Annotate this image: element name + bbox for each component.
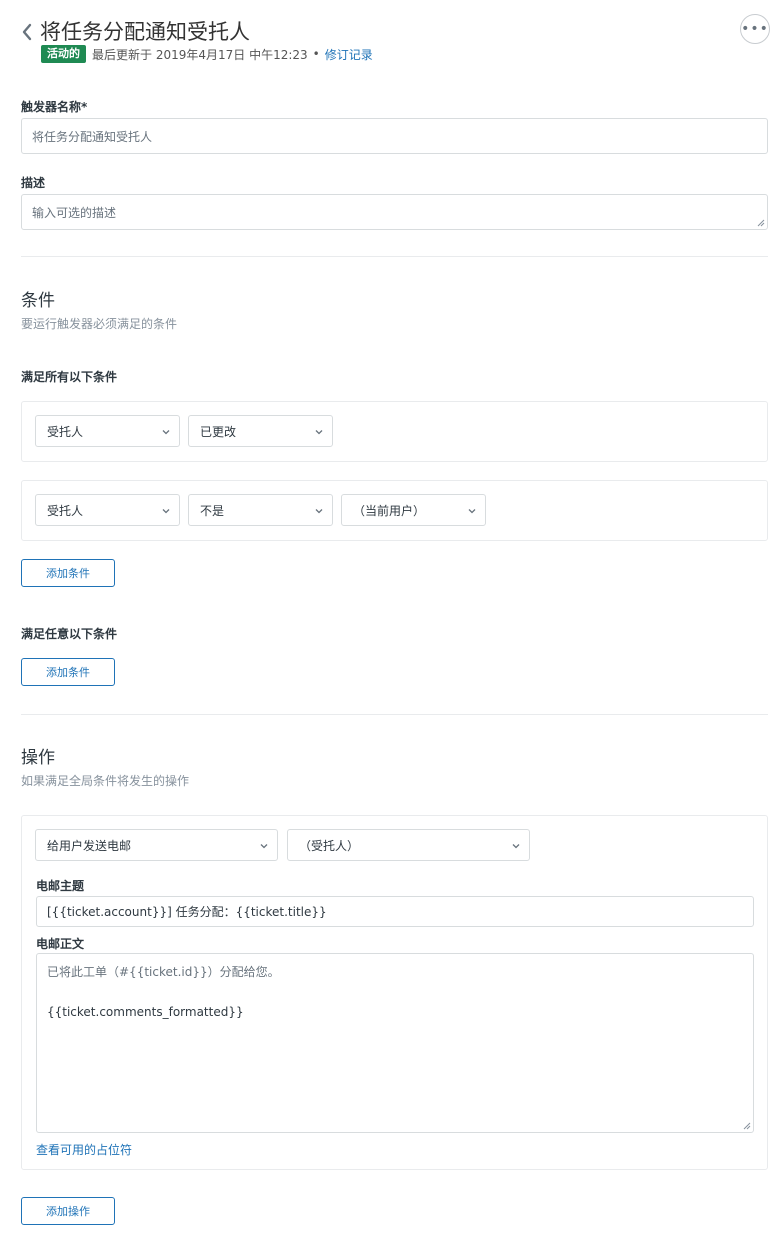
condition-operator-value: 已更改 [200,424,237,439]
resize-grip-icon[interactable] [757,219,765,227]
condition-field-select[interactable]: 受托人 [35,415,180,447]
add-all-condition-button[interactable]: 添加条件 [21,559,115,587]
page-meta: 活动的 最后更新于 2019年4月17日 中午12:23 • 修订记录 [41,45,373,63]
condition-row: 受托人 已更改 [21,401,768,462]
description-input[interactable]: 输入可选的描述 [21,194,768,230]
condition-operator-select[interactable]: 已更改 [188,415,333,447]
placeholders-link[interactable]: 查看可用的占位符 [36,1141,132,1158]
condition-operator-value: 不是 [200,503,225,518]
meta-separator: • [312,47,320,61]
any-conditions-label: 满足任意以下条件 [21,627,118,641]
chevron-down-icon [315,430,323,435]
section-divider [21,256,768,257]
description-placeholder: 输入可选的描述 [32,206,117,220]
resize-grip-icon[interactable] [743,1122,751,1130]
email-body-textarea[interactable]: 已将此工单（#{{ticket.id}}）分配给您。 {{ticket.comm… [36,953,754,1133]
condition-operator-select[interactable]: 不是 [188,494,333,526]
email-body-line: 已将此工单（#{{ticket.id}}）分配给您。 [47,965,280,979]
condition-row: 受托人 不是 （当前用户） [21,480,768,541]
updated-text: 最后更新于 2019年4月17日 中午12:23 [92,47,308,62]
email-body-line: {{ticket.comments_formatted}} [47,1005,244,1019]
condition-field-select[interactable]: 受托人 [35,494,180,526]
email-body-label: 电邮正文 [36,937,85,951]
status-badge: 活动的 [41,45,86,63]
chevron-down-icon [260,844,268,849]
email-body-line [47,980,743,1004]
email-subject-input[interactable]: [{{ticket.account}}] 任务分配：{{ticket.title… [36,896,754,927]
add-any-condition-button[interactable]: 添加条件 [21,658,115,686]
action-type-select[interactable]: 给用户发送电邮 [35,829,278,861]
actions-subtitle: 如果满足全局条件将发生的操作 [21,774,190,788]
section-divider [21,714,768,715]
condition-field-value: 受托人 [47,424,84,439]
email-subject-label: 电邮主题 [36,879,85,893]
page-title: 将任务分配通知受托人 [40,20,250,44]
name-label: 触发器名称* [21,100,88,114]
condition-field-value: 受托人 [47,503,84,518]
page-header: 将任务分配通知受托人 活动的 最后更新于 2019年4月17日 中午12:23 … [20,14,770,66]
all-conditions-label: 满足所有以下条件 [21,370,118,384]
action-target-select[interactable]: （受托人） [287,829,530,861]
chevron-down-icon [512,844,520,849]
chevron-down-icon [162,509,170,514]
action-card: 给用户发送电邮 （受托人） 电邮主题 [{{ticket.account}}] … [21,815,768,1170]
chevron-down-icon [468,509,476,514]
action-type-value: 给用户发送电邮 [47,838,132,853]
conditions-subtitle: 要运行触发器必须满足的条件 [21,317,178,331]
chevron-down-icon [315,509,323,514]
description-label: 描述 [21,176,46,190]
condition-value-select[interactable]: （当前用户） [341,494,486,526]
actions-title: 操作 [21,748,55,768]
chevron-left-icon[interactable] [20,22,34,42]
add-action-button[interactable]: 添加操作 [21,1197,115,1225]
more-icon[interactable]: ••• [740,14,770,44]
conditions-title: 条件 [21,291,55,311]
name-input[interactable]: 将任务分配通知受托人 [21,118,768,154]
chevron-down-icon [162,430,170,435]
action-target-value: （受托人） [299,838,360,853]
condition-value: （当前用户） [353,503,426,518]
revisions-link[interactable]: 修订记录 [325,46,373,63]
